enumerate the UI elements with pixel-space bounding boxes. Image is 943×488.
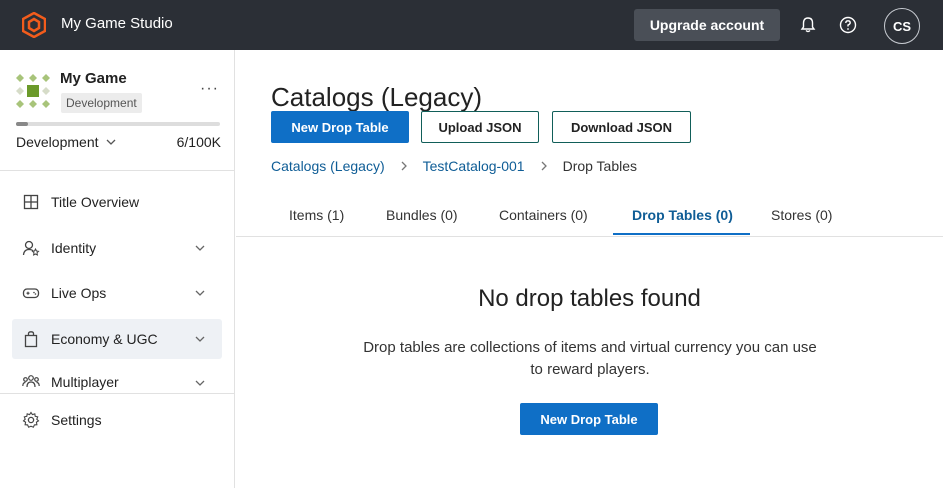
multiplayer-icon [22,375,40,388]
active-tab-indicator [613,233,750,235]
environment-selector[interactable]: Development [16,134,117,150]
environment-badge: Development [61,93,142,113]
usage-progress-bar [16,122,220,126]
new-drop-table-button[interactable]: New Drop Table [271,111,409,143]
environment-selector-label: Development [16,134,99,150]
user-avatar[interactable]: CS [884,8,920,44]
tab-items[interactable]: Items (1) [289,207,344,223]
breadcrumb-current: Drop Tables [562,158,638,174]
tab-containers[interactable]: Containers (0) [499,207,588,223]
chevron-down-icon [195,245,205,251]
usage-progress-fill [16,122,29,126]
game-icon [16,74,50,108]
shopping-bag-icon [24,331,38,348]
help-icon[interactable] [838,15,858,35]
gamepad-icon [22,288,40,299]
sidebar-item-economy-ugc[interactable]: Economy & UGC [12,319,222,359]
empty-state-description: Drop tables are collections of items and… [363,339,817,378]
sidebar-item-label: Settings [51,412,102,428]
sidebar-item-label: Title Overview [51,194,140,210]
breadcrumb-catalogs-link[interactable]: Catalogs (Legacy) [271,158,385,174]
sidebar-item-identity[interactable]: Identity [12,228,222,268]
usage-count: 6/100K [176,134,221,150]
sidebar-divider [0,393,234,394]
download-json-button[interactable]: Download JSON [552,111,691,143]
tab-stores[interactable]: Stores (0) [771,207,832,223]
bell-icon[interactable] [798,15,818,35]
sidebar-item-label: Live Ops [51,285,107,301]
sidebar-divider [0,170,234,171]
upgrade-account-button[interactable]: Upgrade account [634,9,780,41]
studio-name[interactable]: My Game Studio [61,15,173,32]
more-options-icon[interactable]: ··· [200,80,219,98]
chevron-down-icon [106,139,115,145]
page-title: Catalogs (Legacy) [271,82,482,112]
sidebar-item-live-ops[interactable]: Live Ops [12,273,222,313]
top-bar: My Game Studio Upgrade account CS [0,0,943,50]
breadcrumb: Catalogs (Legacy) TestCatalog-001 Drop T… [271,158,637,174]
game-name[interactable]: My Game [60,70,127,87]
sidebar: My Game Development ··· Development 6/10… [0,50,235,488]
empty-state-title: No drop tables found [478,285,701,312]
chevron-down-icon [195,336,205,342]
sidebar-item-label: Economy & UGC [51,331,158,347]
tab-bundles[interactable]: Bundles (0) [386,207,458,223]
sidebar-item-label: Identity [51,240,97,256]
chevron-right-icon [401,161,407,171]
sidebar-item-settings[interactable]: Settings [12,400,222,440]
sidebar-item-label: Multiplayer [51,374,119,390]
gear-icon [22,411,40,428]
chevron-down-icon [195,380,205,386]
sidebar-item-multiplayer[interactable]: Multiplayer [12,363,222,395]
breadcrumb-catalog-link[interactable]: TestCatalog-001 [423,158,525,174]
tabs-divider [236,236,943,237]
chevron-down-icon [195,290,205,296]
studio-logo-icon[interactable] [22,12,46,38]
grid-icon [23,194,39,210]
tab-drop-tables[interactable]: Drop Tables (0) [632,207,733,223]
chevron-right-icon [541,161,547,171]
identity-icon [22,240,40,256]
empty-state-new-drop-table-button[interactable]: New Drop Table [520,403,658,435]
sidebar-item-title-overview[interactable]: Title Overview [12,182,222,222]
upload-json-button[interactable]: Upload JSON [421,111,539,143]
